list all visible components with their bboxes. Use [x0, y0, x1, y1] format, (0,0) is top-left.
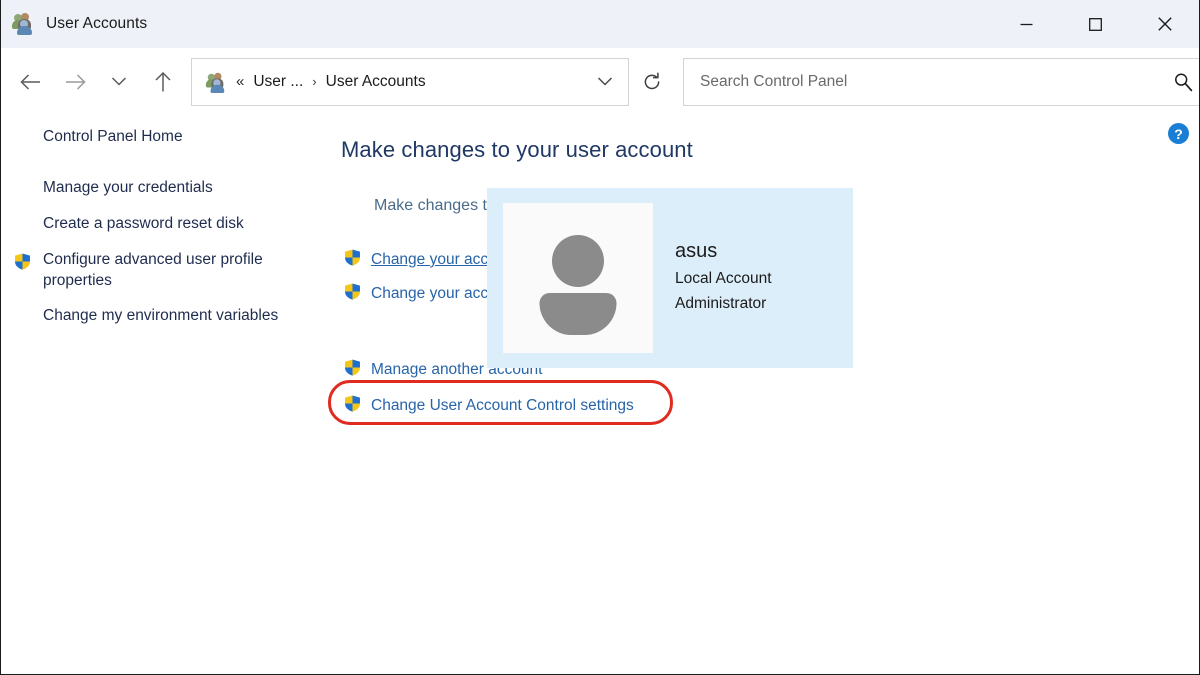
breadcrumb-separator: ›	[312, 74, 317, 89]
sidebar-item-label: Create a password reset disk	[43, 214, 244, 232]
change-uac-settings-link[interactable]: Change User Account Control settings	[331, 393, 634, 419]
close-button[interactable]	[1130, 0, 1199, 48]
breadcrumb-dropdown-button[interactable]	[588, 65, 622, 99]
user-accounts-icon	[12, 13, 35, 35]
sidebar: Control Panel Home Manage your credentia…	[1, 115, 331, 327]
account-name: asus	[675, 239, 718, 262]
refresh-button[interactable]	[629, 58, 675, 106]
breadcrumb-current[interactable]: User Accounts	[326, 73, 426, 91]
maximize-icon	[1089, 17, 1102, 31]
sidebar-item-password-reset-disk[interactable]: Create a password reset disk	[1, 214, 331, 235]
help-label: ?	[1174, 125, 1183, 142]
link-label: Change User Account Control settings	[371, 397, 634, 414]
recent-locations-button[interactable]	[97, 60, 141, 104]
title-bar: User Accounts	[1, 0, 1199, 48]
navigation-bar: « User ... › User Accounts	[1, 48, 1199, 115]
address-bar[interactable]: « User ... › User Accounts	[191, 57, 629, 106]
content-area: ? Control Panel Home Manage your credent…	[1, 115, 1199, 673]
sidebar-item-advanced-user-profile[interactable]: Configure advanced user profile properti…	[1, 250, 331, 292]
back-button[interactable]	[9, 60, 53, 104]
account-role: Administrator	[675, 294, 767, 312]
avatar	[503, 203, 653, 353]
account-type: Local Account	[675, 269, 772, 287]
up-arrow-icon	[155, 71, 171, 91]
sidebar-item-label: Control Panel Home	[43, 128, 183, 145]
account-info-panel: asus Local Account Administrator	[487, 188, 853, 368]
shield-icon	[343, 394, 362, 418]
shield-icon	[343, 358, 362, 382]
minimize-icon	[1020, 23, 1033, 25]
forward-button[interactable]	[53, 60, 97, 104]
back-arrow-icon	[20, 73, 40, 90]
shield-icon	[13, 252, 32, 278]
title-bar-left: User Accounts	[1, 13, 148, 35]
sidebar-item-label: Configure advanced user profile properti…	[43, 250, 263, 289]
avatar-body-icon	[539, 293, 617, 335]
sidebar-item-environment-variables[interactable]: Change my environment variables	[1, 306, 331, 327]
refresh-icon	[644, 71, 660, 89]
breadcrumb-overflow[interactable]: «	[236, 73, 244, 90]
shield-icon	[343, 248, 362, 272]
forward-arrow-icon	[66, 73, 86, 90]
window-controls	[992, 0, 1199, 48]
page-title: Make changes to your user account	[341, 137, 693, 162]
up-button[interactable]	[141, 60, 185, 104]
account-details: asus Local Account Administrator	[675, 240, 772, 317]
user-accounts-window: User Accounts « User ... › User Accounts…	[0, 0, 1200, 675]
avatar-head-icon	[552, 235, 604, 287]
breadcrumb-parent[interactable]: User ...	[253, 73, 303, 91]
chevron-down-icon	[597, 77, 613, 86]
chevron-down-icon	[111, 77, 127, 86]
search-input[interactable]	[700, 72, 1173, 91]
sidebar-item-label: Manage your credentials	[43, 178, 213, 196]
sidebar-item-manage-credentials[interactable]: Manage your credentials	[1, 178, 331, 199]
search-icon[interactable]	[1173, 72, 1193, 92]
shield-icon	[343, 282, 362, 306]
search-box[interactable]	[683, 57, 1199, 106]
sidebar-item-control-panel-home[interactable]: Control Panel Home	[1, 127, 331, 148]
help-circle-icon[interactable]: ?	[1168, 123, 1189, 144]
maximize-button[interactable]	[1061, 0, 1130, 48]
close-icon	[1157, 17, 1172, 31]
window-title: User Accounts	[46, 14, 148, 32]
sidebar-item-label: Change my environment variables	[43, 306, 279, 324]
minimize-button[interactable]	[992, 0, 1061, 48]
breadcrumb-user-accounts-icon	[205, 72, 225, 93]
